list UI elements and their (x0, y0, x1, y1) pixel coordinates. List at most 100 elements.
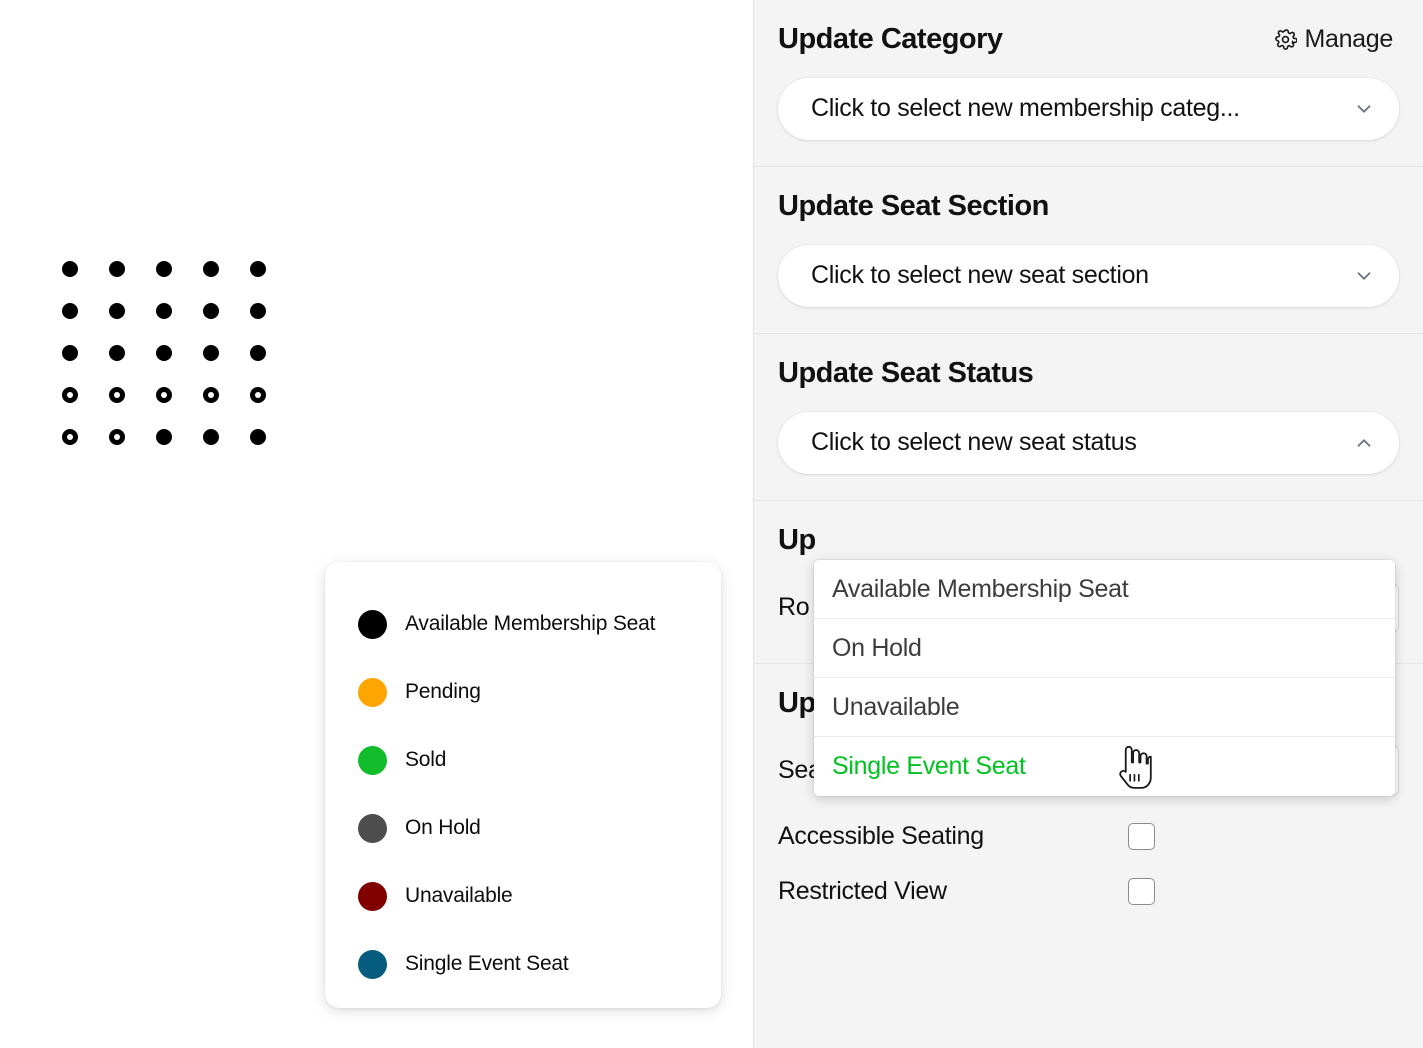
dropdown-option[interactable]: Unavailable (814, 678, 1395, 737)
seat-section-select-value: Click to select new seat section (811, 261, 1149, 290)
chevron-down-icon (1353, 98, 1375, 120)
legend-item-label: Pending (405, 680, 481, 704)
accessible-seating-checkbox[interactable] (1128, 823, 1155, 850)
seat-map-cell[interactable] (62, 374, 109, 416)
seat-map-cell[interactable] (62, 416, 109, 458)
seat-dot[interactable] (250, 429, 266, 445)
seat-dot[interactable] (203, 303, 219, 319)
seat-dot[interactable] (156, 345, 172, 361)
seat-map[interactable] (62, 248, 297, 458)
seat-map-cell[interactable] (250, 332, 297, 374)
seat-dot-selected[interactable] (109, 429, 125, 445)
update-seat-status-section: Update Seat Status Click to select new s… (754, 334, 1423, 501)
seat-map-cell[interactable] (109, 374, 156, 416)
seat-dot[interactable] (156, 429, 172, 445)
membership-category-select-value: Click to select new membership categ... (811, 94, 1240, 123)
seat-dot[interactable] (62, 345, 78, 361)
seat-dot[interactable] (250, 345, 266, 361)
seat-map-cell[interactable] (156, 248, 203, 290)
seat-status-select[interactable]: Click to select new seat status (778, 412, 1399, 474)
seat-map-cell[interactable] (62, 332, 109, 374)
seat-dot[interactable] (109, 303, 125, 319)
seat-map-cell[interactable] (250, 416, 297, 458)
seat-dot[interactable] (203, 429, 219, 445)
seat-dot[interactable] (250, 261, 266, 277)
legend-item-label: Single Event Seat (405, 952, 569, 976)
legend-swatch-icon (358, 746, 387, 775)
accessible-seating-label: Accessible Seating (778, 822, 1128, 851)
app-root: Available Membership Seat Pending Sold On H… (0, 0, 1423, 1048)
seat-map-row (62, 290, 297, 332)
seat-map-cell[interactable] (109, 248, 156, 290)
legend-swatch-icon (358, 882, 387, 911)
legend-item-label: Available Membership Seat (405, 612, 655, 636)
seat-map-cell[interactable] (156, 416, 203, 458)
seat-map-cell[interactable] (250, 248, 297, 290)
seat-dot[interactable] (109, 261, 125, 277)
legend-item: Single Event Seat (325, 930, 721, 998)
seat-map-panel: Available Membership Seat Pending Sold On H… (0, 0, 754, 1048)
seat-dot-selected[interactable] (203, 387, 219, 403)
seat-section-select[interactable]: Click to select new seat section (778, 245, 1399, 307)
seat-map-cell[interactable] (203, 248, 250, 290)
chevron-up-icon (1353, 432, 1375, 454)
seat-map-cell[interactable] (109, 332, 156, 374)
seat-dot[interactable] (156, 261, 172, 277)
seat-dot-selected[interactable] (109, 387, 125, 403)
seat-map-cell[interactable] (203, 332, 250, 374)
accessible-seating-row: Accessible Seating (778, 822, 1399, 851)
restricted-view-checkbox[interactable] (1128, 878, 1155, 905)
update-seat-status-title: Update Seat Status (778, 358, 1399, 390)
legend-item-label: Sold (405, 748, 446, 772)
seat-map-row (62, 332, 297, 374)
seat-dot[interactable] (62, 303, 78, 319)
seat-dot-selected[interactable] (250, 387, 266, 403)
seat-map-cell[interactable] (156, 374, 203, 416)
update-row-title: Up (778, 525, 1399, 557)
seat-map-row (62, 374, 297, 416)
seat-dot[interactable] (203, 345, 219, 361)
update-category-header: Update Category Manage (778, 24, 1399, 56)
seat-status-select-value: Click to select new seat status (811, 428, 1137, 457)
properties-panel: Update Category Manage Click to select n… (754, 0, 1423, 1048)
seat-map-cell[interactable] (203, 416, 250, 458)
restricted-view-row: Restricted View (778, 877, 1399, 906)
seat-dot[interactable] (203, 261, 219, 277)
seat-dot-selected[interactable] (156, 387, 172, 403)
seat-map-cell[interactable] (250, 374, 297, 416)
manage-button-label: Manage (1304, 25, 1393, 54)
membership-category-select[interactable]: Click to select new membership categ... (778, 78, 1399, 140)
legend-swatch-icon (358, 950, 387, 979)
manage-button[interactable]: Manage (1274, 25, 1399, 54)
update-seat-section-section: Update Seat Section Click to select new … (754, 167, 1423, 334)
seat-status-dropdown-menu[interactable]: Available Membership SeatOn HoldUnavaila… (814, 560, 1395, 796)
seat-map-cell[interactable] (62, 290, 109, 332)
seat-map-cell[interactable] (62, 248, 109, 290)
seat-map-row (62, 416, 297, 458)
seat-map-cell[interactable] (156, 332, 203, 374)
dropdown-option[interactable]: On Hold (814, 619, 1395, 678)
restricted-view-label: Restricted View (778, 877, 1128, 906)
seat-dot[interactable] (156, 303, 172, 319)
seat-map-cell[interactable] (203, 374, 250, 416)
gear-icon (1274, 28, 1297, 51)
seat-map-cell[interactable] (250, 290, 297, 332)
seat-map-row (62, 248, 297, 290)
legend-swatch-icon (358, 814, 387, 843)
seat-dot[interactable] (250, 303, 266, 319)
legend-card: Available Membership Seat Pending Sold On H… (325, 562, 721, 1008)
legend-item-label: On Hold (405, 816, 481, 840)
dropdown-option[interactable]: Available Membership Seat (814, 560, 1395, 619)
dropdown-option[interactable]: Single Event Seat (814, 737, 1395, 796)
seat-dot-selected[interactable] (62, 429, 78, 445)
seat-map-cell[interactable] (156, 290, 203, 332)
seat-dot-selected[interactable] (62, 387, 78, 403)
seat-map-cell[interactable] (109, 290, 156, 332)
chevron-down-icon (1353, 265, 1375, 287)
seat-dot[interactable] (62, 261, 78, 277)
legend-item-label: Unavailable (405, 884, 513, 908)
seat-map-cell[interactable] (203, 290, 250, 332)
seat-dot[interactable] (109, 345, 125, 361)
legend-item: Available Membership Seat (325, 590, 721, 658)
seat-map-cell[interactable] (109, 416, 156, 458)
